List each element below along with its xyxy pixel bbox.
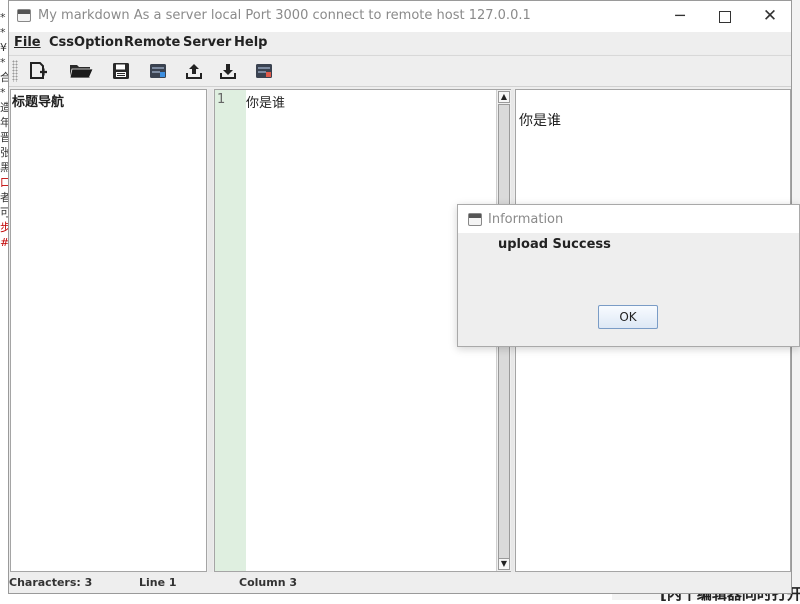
dialog-title-bar[interactable]: Information	[458, 205, 799, 233]
menu-server[interactable]: Server	[183, 35, 231, 50]
open-folder-icon	[69, 65, 94, 79]
maximize-icon	[719, 10, 731, 23]
toolbar	[9, 55, 791, 87]
upload-icon	[186, 64, 202, 79]
maximize-button[interactable]	[702, 1, 748, 32]
new-file-icon	[30, 62, 47, 79]
open-button[interactable]	[66, 59, 96, 83]
line-number: 1	[217, 92, 226, 107]
dialog-message: upload Success	[498, 237, 611, 252]
save-icon	[113, 63, 129, 79]
split-divider-left[interactable]	[208, 89, 213, 572]
minimize-icon: ─	[675, 6, 685, 25]
open-remote-icon	[150, 64, 166, 78]
upload-button[interactable]	[182, 59, 206, 83]
ok-button[interactable]: OK	[598, 305, 658, 329]
dialog-title: Information	[488, 212, 564, 227]
dialog-app-icon	[468, 213, 482, 226]
information-dialog: Information upload Success OK	[457, 204, 800, 347]
close-button[interactable]: ✕	[747, 1, 793, 32]
heading-navigation-pane[interactable]: 标题导航	[10, 89, 207, 572]
status-characters: Characters: 3	[9, 576, 93, 589]
remote-delete-icon	[256, 64, 272, 78]
save-button[interactable]	[109, 59, 133, 83]
preview-text: 你是谁	[519, 113, 561, 129]
menu-file-label: File	[14, 35, 41, 50]
menu-help[interactable]: Help	[234, 35, 267, 50]
dialog-body: upload Success OK	[458, 233, 799, 346]
minimize-button[interactable]: ─	[657, 1, 703, 32]
close-icon: ✕	[762, 6, 778, 26]
toolbar-grip-icon[interactable]	[12, 60, 18, 82]
app-icon	[17, 9, 31, 22]
navigation-title: 标题导航	[12, 95, 65, 110]
scroll-up-arrow-icon[interactable]: ▲	[498, 91, 510, 103]
menu-bar: File CssOption Remote Server Help	[9, 32, 791, 54]
download-button[interactable]	[216, 59, 240, 83]
menu-file[interactable]: File	[14, 35, 41, 50]
open-remote-button[interactable]	[146, 59, 170, 83]
status-column: Column 3	[239, 576, 298, 589]
line-number-gutter: 1	[215, 90, 246, 571]
remote-delete-button[interactable]	[252, 59, 276, 83]
download-icon	[220, 64, 236, 79]
title-bar[interactable]: My markdown As a server local Port 3000 …	[9, 1, 791, 32]
menu-remote[interactable]: Remote	[124, 35, 180, 50]
menu-cssoption[interactable]: CssOption	[49, 35, 123, 50]
status-bar: Characters: 3 Line 1 Column 3	[9, 574, 791, 593]
scroll-down-arrow-icon[interactable]: ▼	[498, 558, 510, 570]
window-title: My markdown As a server local Port 3000 …	[38, 8, 531, 23]
editor-text[interactable]: 你是谁	[246, 92, 285, 111]
status-line: Line 1	[139, 576, 177, 589]
new-file-button[interactable]	[26, 59, 50, 83]
